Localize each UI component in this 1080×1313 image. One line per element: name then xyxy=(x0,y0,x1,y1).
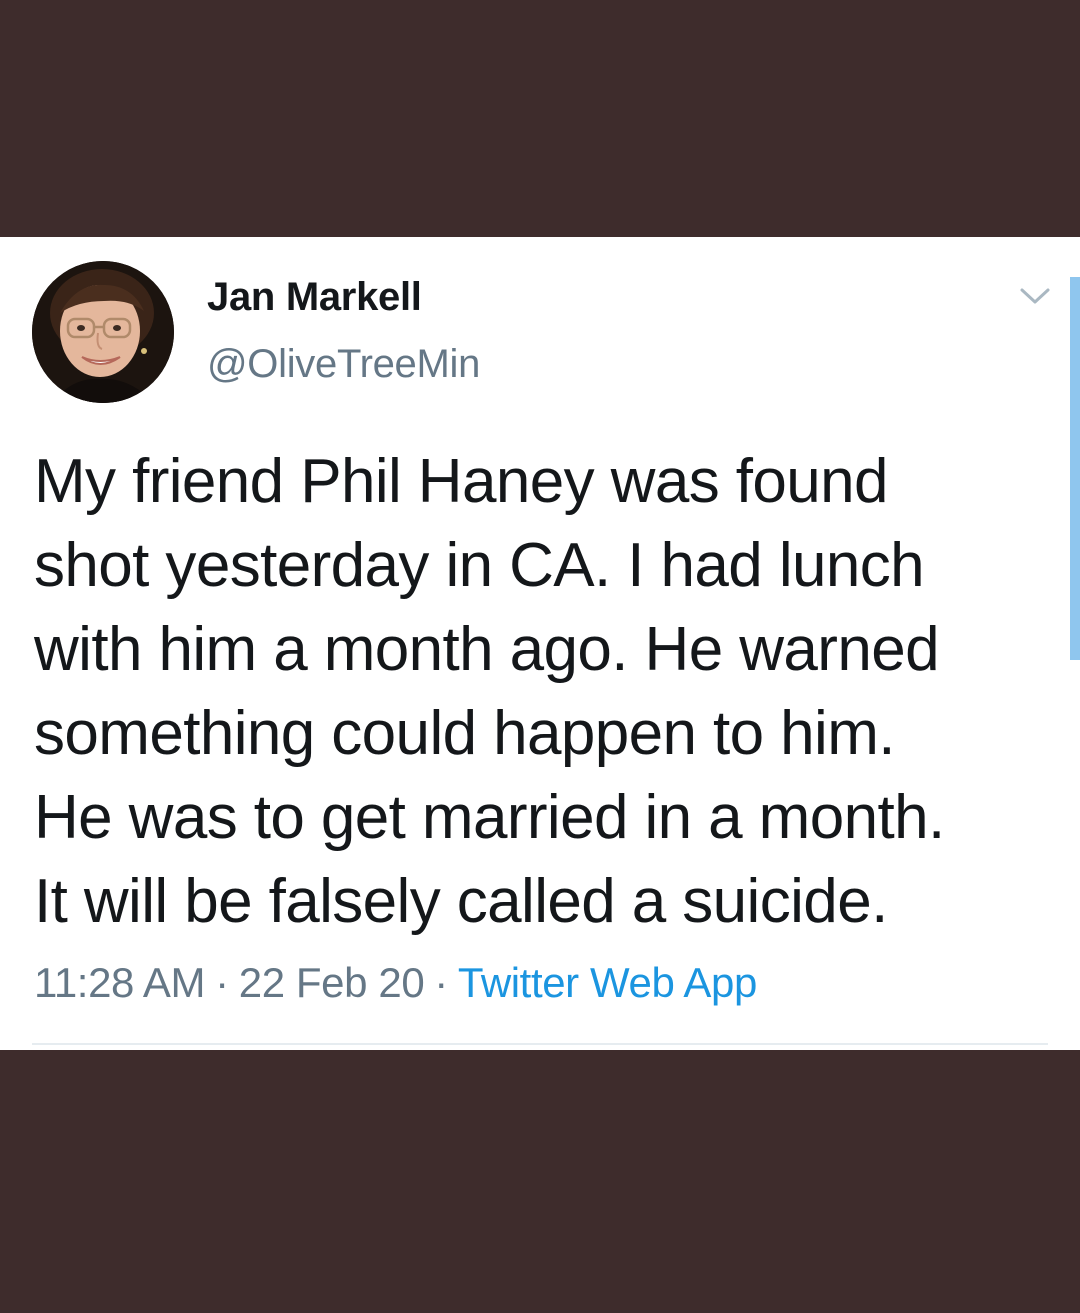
avatar[interactable] xyxy=(32,261,174,403)
tweet-time[interactable]: 11:28 AM xyxy=(34,959,206,1006)
divider xyxy=(32,1043,1048,1045)
tweet-card: Jan Markell @OliveTreeMin My friend Phil… xyxy=(0,237,1080,1050)
tweet-text-line: something could happen to him. xyxy=(34,699,896,768)
tweet-text: My friend Phil Haney was found shot yest… xyxy=(34,440,1054,944)
scroll-indicator xyxy=(1070,277,1080,660)
meta-separator: · xyxy=(434,959,448,1006)
tweet-source-link[interactable]: Twitter Web App xyxy=(458,959,757,1006)
avatar-photo xyxy=(32,261,174,403)
tweet-text-line: with him a month ago. He warned xyxy=(34,615,940,684)
tweet-text-line: shot yesterday in CA. I had lunch xyxy=(34,531,925,600)
tweet-meta: 11:28 AM · 22 Feb 20 · Twitter Web App xyxy=(34,959,757,1007)
tweet-text-line: My friend Phil Haney was found xyxy=(34,447,888,516)
tweet-date[interactable]: 22 Feb 20 xyxy=(239,959,425,1006)
author-handle[interactable]: @OliveTreeMin xyxy=(207,342,480,387)
author-name[interactable]: Jan Markell xyxy=(207,275,422,320)
tweet-text-line: He was to get married in a month. xyxy=(34,783,945,852)
chevron-down-icon[interactable] xyxy=(1018,285,1052,307)
tweet-text-line: It will be falsely called a suicide. xyxy=(34,867,888,936)
meta-separator: · xyxy=(215,959,229,1006)
